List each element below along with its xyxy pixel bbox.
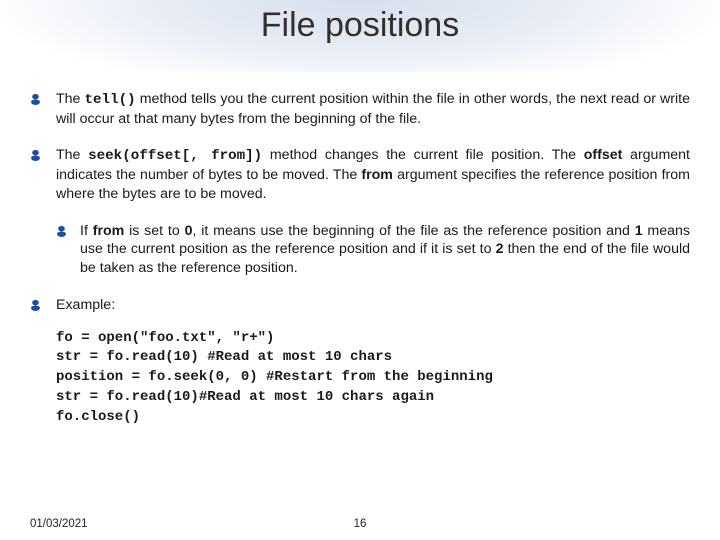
bullet-seek: The seek(offset[, from]) method changes … <box>30 146 690 203</box>
text: If <box>80 223 93 239</box>
code-block: fo = open("foo.txt", "r+") str = fo.read… <box>56 329 690 428</box>
text: The <box>56 91 85 107</box>
slide: File positions The tell() method tells y… <box>0 0 720 540</box>
slide-body: The tell() method tells you the current … <box>30 90 690 428</box>
bullet-icon <box>56 222 80 278</box>
text-bold: 1 <box>635 223 643 239</box>
sub-bullet-from-values: If from is set to 0, it means use the be… <box>56 222 690 278</box>
text: The <box>56 147 88 163</box>
footer-page-number: 16 <box>0 518 720 530</box>
text: , it means use the beginning of the file… <box>192 223 634 239</box>
text: method changes the current file position… <box>262 147 584 163</box>
bullet-text: The tell() method tells you the current … <box>56 90 690 128</box>
text-bold: offset <box>584 147 623 163</box>
slide-title: File positions <box>0 6 720 45</box>
code-inline: tell() <box>85 92 136 108</box>
bullet-example: Example: <box>30 296 690 315</box>
bullet-tell: The tell() method tells you the current … <box>30 90 690 128</box>
bullet-text: The seek(offset[, from]) method changes … <box>56 146 690 203</box>
text-bold: from <box>93 223 125 239</box>
text: is set to <box>124 223 184 239</box>
bullet-icon <box>30 296 56 315</box>
bullet-icon <box>30 90 56 128</box>
text-bold: from <box>361 167 393 183</box>
code-inline: seek(offset[, from]) <box>88 148 262 164</box>
bullet-icon <box>30 146 56 203</box>
bullet-text: If from is set to 0, it means use the be… <box>80 222 690 278</box>
text: method tells you the current position wi… <box>56 91 690 127</box>
bullet-text: Example: <box>56 296 690 315</box>
